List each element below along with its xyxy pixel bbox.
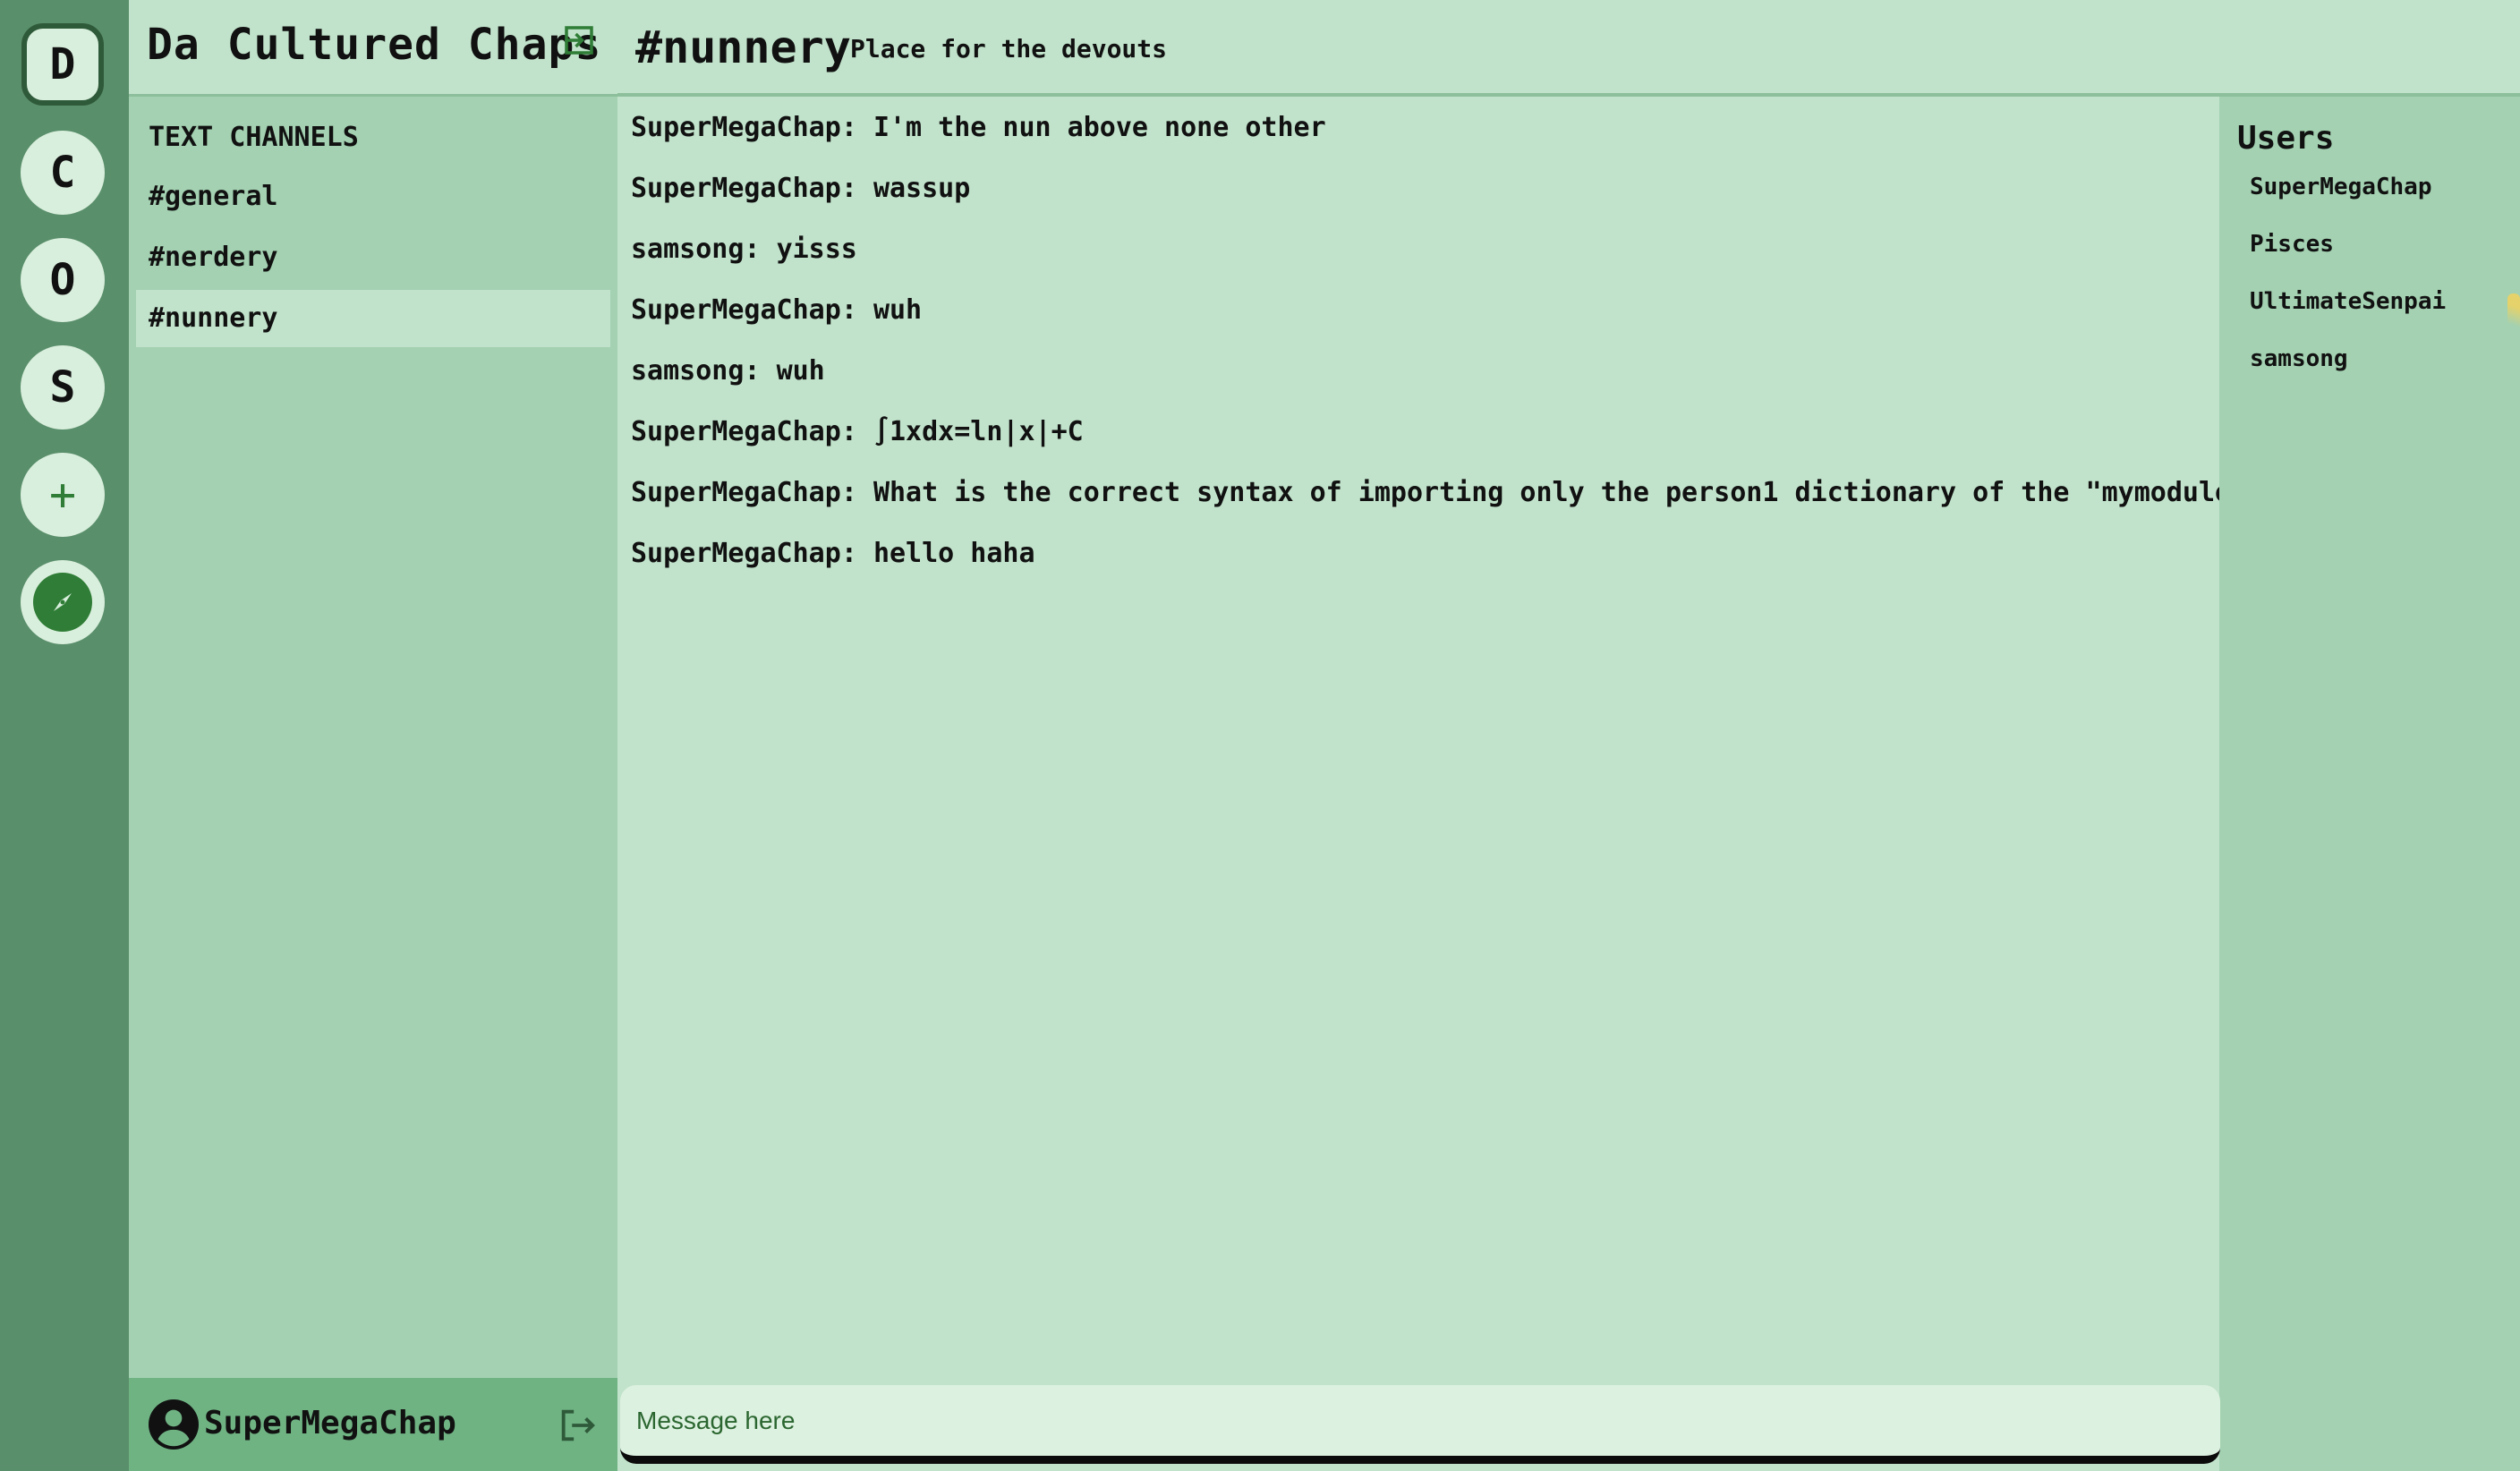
account-circle-icon <box>149 1399 199 1453</box>
user-list-item[interactable]: UltimateSenpai <box>2250 288 2446 315</box>
server-name: Da Cultured Chaps <box>147 20 602 70</box>
server-icon-o[interactable]: O <box>21 238 105 322</box>
message-item: SuperMegaChap: I'm the nun above none ot… <box>631 112 1326 143</box>
server-icon-s[interactable]: S <box>21 345 105 429</box>
server-icon-d[interactable]: D <box>21 23 104 106</box>
current-user-bar: SuperMegaChap <box>129 1378 617 1471</box>
server-header: Da Cultured Chaps <box>129 0 617 97</box>
users-heading: Users <box>2237 120 2335 157</box>
logout-icon[interactable] <box>557 1405 598 1450</box>
user-list-item[interactable]: Pisces <box>2250 231 2334 258</box>
user-list-item[interactable]: SuperMegaChap <box>2250 174 2432 200</box>
message-item: SuperMegaChap: What is the correct synta… <box>631 477 2377 508</box>
message-item: SuperMegaChap: ∫1xdx=ln|x|+C <box>631 416 1084 447</box>
channel-title: #nunnery <box>635 21 851 73</box>
message-input[interactable] <box>620 1385 2220 1464</box>
message-item: samsong: wuh <box>631 355 825 387</box>
edge-decoration <box>2507 293 2520 338</box>
message-item: SuperMegaChap: wassup <box>631 173 971 204</box>
compass-icon <box>33 573 92 632</box>
channel-topic: Place for the devouts <box>850 34 1168 64</box>
message-item: samsong: yisss <box>631 234 857 265</box>
channel-item-nunnery[interactable]: #nunnery <box>136 290 610 347</box>
message-item: SuperMegaChap: wuh <box>631 294 923 326</box>
text-channels-heading: TEXT CHANNELS <box>149 122 359 153</box>
message-item: SuperMegaChap: hello haha <box>631 538 1035 569</box>
chat-header: #nunnery Place for the devouts <box>617 0 2520 97</box>
server-rail: D C O S + <box>0 0 129 1471</box>
users-panel: Users SuperMegaChap Pisces UltimateSenpa… <box>2219 97 2520 1471</box>
user-list-item[interactable]: samsong <box>2250 345 2348 372</box>
leave-server-icon[interactable] <box>560 21 598 63</box>
current-user-name: SuperMegaChap <box>204 1405 456 1441</box>
channel-item-nerdery[interactable]: #nerdery <box>136 229 610 286</box>
explore-servers-button[interactable] <box>21 560 105 644</box>
add-server-button[interactable]: + <box>21 453 105 537</box>
channel-item-general[interactable]: #general <box>136 168 610 225</box>
server-icon-c[interactable]: C <box>21 131 105 215</box>
